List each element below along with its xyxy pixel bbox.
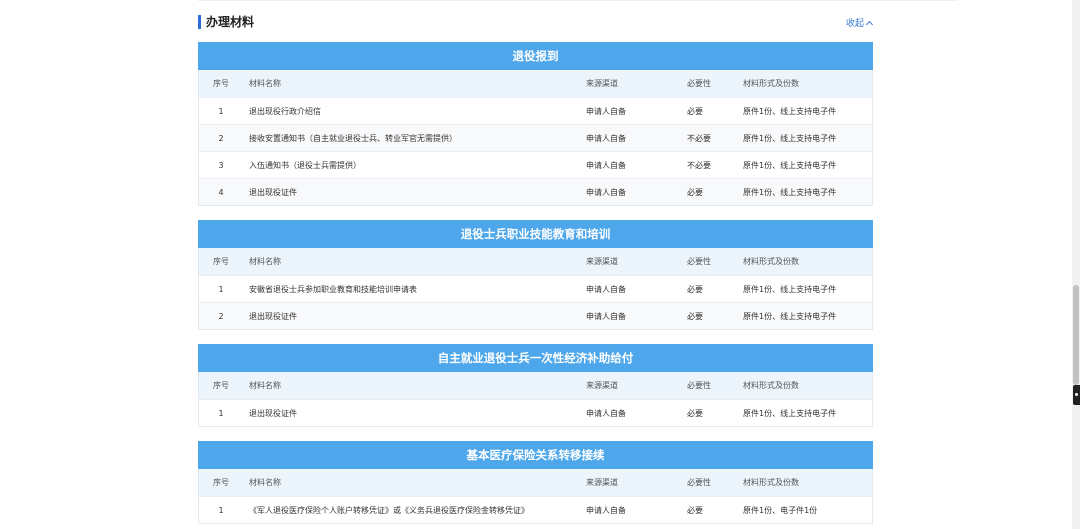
column-header-name: 材料名称 <box>249 79 281 88</box>
group-title: 退役报到 <box>198 42 873 70</box>
materials-section: 办理材料 收起 退役报到 序号 材料名称 来源渠道 必要性 材料形式及份数 1 … <box>198 0 874 524</box>
section-header: 办理材料 收起 <box>198 0 874 42</box>
table-row: 1 《军人退役医疗保险个人账户转移凭证》或《义务兵退役医疗保险金转移凭证》 申请… <box>199 496 872 523</box>
column-header-required: 必要性 <box>687 381 711 390</box>
table-header-row: 序号 材料名称 来源渠道 必要性 材料形式及份数 <box>199 469 872 496</box>
row-no: 1 <box>218 409 224 418</box>
column-header-name: 材料名称 <box>249 257 281 266</box>
column-header-source: 来源渠道 <box>586 257 618 266</box>
column-header-no: 序号 <box>213 257 229 266</box>
row-required: 不必要 <box>687 134 711 143</box>
row-name: 退出现役证件 <box>249 409 297 418</box>
scrollbar-thumb[interactable] <box>1073 285 1079 385</box>
column-header-form: 材料形式及份数 <box>743 79 799 88</box>
table-row: 1 退出现役行政介绍信 申请人自备 必要 原件1份、线上支持电子件 <box>199 97 872 124</box>
group-title: 退役士兵职业技能教育和培训 <box>198 220 873 248</box>
table-row: 1 安徽省退役士兵参加职业教育和技能培训申请表 申请人自备 必要 原件1份、线上… <box>199 275 872 302</box>
scrollbar[interactable] <box>1072 0 1080 529</box>
row-required: 必要 <box>687 188 703 197</box>
row-form: 原件1份、线上支持电子件 <box>743 188 837 197</box>
column-header-form: 材料形式及份数 <box>743 257 799 266</box>
material-group: 自主就业退役士兵一次性经济补助给付 序号 材料名称 来源渠道 必要性 材料形式及… <box>198 344 873 427</box>
column-header-no: 序号 <box>213 381 229 390</box>
table-row: 2 退出现役证件 申请人自备 必要 原件1份、线上支持电子件 <box>199 302 872 329</box>
row-name: 退出现役证件 <box>249 188 297 197</box>
section-title: 办理材料 <box>198 15 254 29</box>
row-form: 原件1份、线上支持电子件 <box>743 161 837 170</box>
row-source: 申请人自备 <box>586 107 626 116</box>
group-title: 自主就业退役士兵一次性经济补助给付 <box>198 344 873 372</box>
table-row: 1 退出现役证件 申请人自备 必要 原件1份、线上支持电子件 <box>199 399 872 426</box>
row-name: 安徽省退役士兵参加职业教育和技能培训申请表 <box>249 285 417 294</box>
row-required: 必要 <box>687 312 703 321</box>
page: 办理材料 收起 退役报到 序号 材料名称 来源渠道 必要性 材料形式及份数 1 … <box>0 0 1080 529</box>
column-header-no: 序号 <box>213 478 229 487</box>
column-header-source: 来源渠道 <box>586 381 618 390</box>
row-form: 原件1份、线上支持电子件 <box>743 312 837 321</box>
row-name: 《军人退役医疗保险个人账户转移凭证》或《义务兵退役医疗保险金转移凭证》 <box>249 506 529 515</box>
row-required: 必要 <box>687 506 703 515</box>
chevron-up-icon <box>865 20 874 28</box>
row-source: 申请人自备 <box>586 161 626 170</box>
column-header-form: 材料形式及份数 <box>743 478 799 487</box>
table-header-row: 序号 材料名称 来源渠道 必要性 材料形式及份数 <box>199 70 872 97</box>
column-header-source: 来源渠道 <box>586 478 618 487</box>
row-required: 不必要 <box>687 161 711 170</box>
collapse-label: 收起 <box>845 19 864 29</box>
row-form: 原件1份、线上支持电子件 <box>743 107 837 116</box>
row-name: 入伍通知书（退役士兵需提供） <box>249 161 361 170</box>
column-header-name: 材料名称 <box>249 381 281 390</box>
column-header-required: 必要性 <box>687 478 711 487</box>
row-form: 原件1份、线上支持电子件 <box>743 285 837 294</box>
row-name: 退出现役行政介绍信 <box>249 107 321 116</box>
collapse-button[interactable]: 收起 <box>845 16 874 29</box>
row-no: 2 <box>218 134 224 143</box>
row-no: 4 <box>218 188 224 197</box>
column-header-no: 序号 <box>213 79 229 88</box>
row-no: 1 <box>218 285 224 294</box>
row-form: 原件1份、电子件1份 <box>743 506 818 515</box>
table-row: 2 接收安置通知书（自主就业退役士兵、转业军官无需提供） 申请人自备 不必要 原… <box>199 124 872 151</box>
column-header-source: 来源渠道 <box>586 79 618 88</box>
row-no: 1 <box>218 506 224 515</box>
row-required: 必要 <box>687 409 703 418</box>
row-form: 原件1份、线上支持电子件 <box>743 134 837 143</box>
table-row: 4 退出现役证件 申请人自备 必要 原件1份、线上支持电子件 <box>199 178 872 205</box>
row-source: 申请人自备 <box>586 409 626 418</box>
row-name: 退出现役证件 <box>249 312 297 321</box>
row-form: 原件1份、线上支持电子件 <box>743 409 837 418</box>
material-group: 退役士兵职业技能教育和培训 序号 材料名称 来源渠道 必要性 材料形式及份数 1… <box>198 220 873 330</box>
side-expand-tab[interactable] <box>1073 385 1080 405</box>
row-source: 申请人自备 <box>586 134 626 143</box>
table-header-row: 序号 材料名称 来源渠道 必要性 材料形式及份数 <box>199 372 872 399</box>
row-no: 2 <box>218 312 224 321</box>
table-row: 3 入伍通知书（退役士兵需提供） 申请人自备 不必要 原件1份、线上支持电子件 <box>199 151 872 178</box>
column-header-required: 必要性 <box>687 257 711 266</box>
column-header-required: 必要性 <box>687 79 711 88</box>
table-header-row: 序号 材料名称 来源渠道 必要性 材料形式及份数 <box>199 248 872 275</box>
row-no: 1 <box>218 107 224 116</box>
column-header-form: 材料形式及份数 <box>743 381 799 390</box>
row-no: 3 <box>218 161 224 170</box>
material-group: 退役报到 序号 材料名称 来源渠道 必要性 材料形式及份数 1 退出现役行政介绍… <box>198 42 873 206</box>
row-source: 申请人自备 <box>586 285 626 294</box>
row-source: 申请人自备 <box>586 312 626 321</box>
row-source: 申请人自备 <box>586 188 626 197</box>
row-source: 申请人自备 <box>586 506 626 515</box>
row-name: 接收安置通知书（自主就业退役士兵、转业军官无需提供） <box>249 134 457 143</box>
group-title: 基本医疗保险关系转移接续 <box>198 441 873 469</box>
material-group: 基本医疗保险关系转移接续 序号 材料名称 来源渠道 必要性 材料形式及份数 1 … <box>198 441 873 524</box>
row-required: 必要 <box>687 107 703 116</box>
row-required: 必要 <box>687 285 703 294</box>
column-header-name: 材料名称 <box>249 478 281 487</box>
